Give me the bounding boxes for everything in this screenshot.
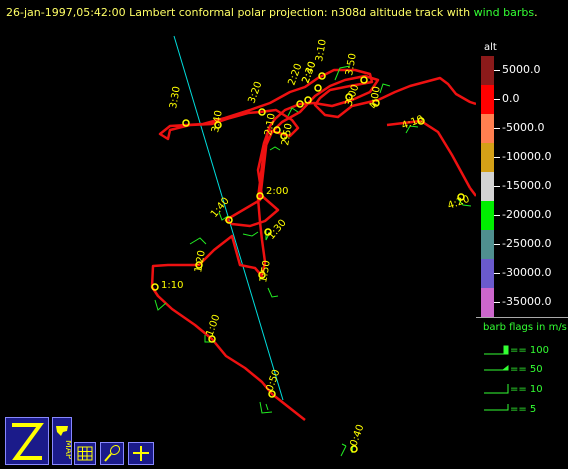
colorbar-tick	[494, 302, 500, 303]
plane-cross-icon	[133, 446, 149, 461]
alt-label: alt	[484, 42, 497, 53]
cross-button[interactable]	[128, 442, 154, 465]
colorbar-label: -5000.0	[502, 121, 545, 134]
barb-5-icon	[484, 404, 509, 411]
track-time-label: 4:00	[368, 85, 383, 109]
colorbar-tick	[494, 186, 500, 187]
racket-icon	[104, 444, 121, 462]
track-time-label: 2:40	[300, 60, 318, 85]
track-time-label: 1:00	[204, 313, 222, 338]
track-point	[314, 84, 322, 92]
colorbar-tick	[494, 70, 500, 71]
barb-legend-5: == 5	[510, 404, 537, 415]
colorbar-swatch	[481, 114, 494, 143]
colorbar-swatch	[481, 143, 494, 172]
barb-legend-100: == 100	[510, 345, 550, 356]
colorbar-label: -35000.0	[502, 295, 552, 308]
altitude-track	[150, 68, 476, 421]
track-time-label: 2:20	[286, 62, 304, 87]
track-time-label: 3:40	[210, 109, 225, 133]
colorbar-tick	[494, 273, 500, 274]
map-icon: MAP	[56, 426, 71, 460]
wind-barb	[189, 237, 207, 245]
colorbar-label: -15000.0	[502, 179, 552, 192]
track-time-label: 4:20	[446, 194, 471, 212]
colorbar-swatch	[481, 56, 494, 85]
barb-100-flag-icon	[503, 345, 509, 355]
wind-barb	[259, 401, 273, 414]
colorbar-swatch	[481, 85, 494, 114]
barb-legend-50: == 50	[510, 364, 543, 375]
barb-10-icon	[484, 384, 509, 394]
legend-divider	[476, 317, 568, 318]
colorbar-tick	[494, 244, 500, 245]
colorbar-swatch	[481, 230, 494, 259]
colorbar-swatch	[481, 201, 494, 230]
track-time-label: 4:10	[400, 114, 425, 132]
colorbar-label: -30000.0	[502, 266, 552, 279]
colorbar-tick	[494, 99, 500, 100]
zeb-logo-button[interactable]	[5, 417, 49, 465]
track-time-label: 0:40	[348, 423, 366, 448]
track-time-label: 3:50	[344, 52, 359, 76]
track-time-label: 3:30	[168, 85, 183, 109]
wind-barb	[269, 146, 281, 151]
grid-icon	[77, 446, 93, 461]
colorbar-tick	[494, 128, 500, 129]
grid-button[interactable]	[74, 442, 96, 465]
title-suffix: .	[534, 6, 538, 19]
track-time-label: 1:50	[258, 259, 273, 283]
legend-panel: alt 5000.0 0.0 -5000.0 -10000.0 -15000.0 -200…	[476, 38, 568, 469]
map-button[interactable]: MAP	[52, 417, 72, 465]
colorbar-label: -20000.0	[502, 208, 552, 221]
track-time-label: 1:30	[266, 218, 289, 242]
colorbar-swatch	[481, 259, 494, 288]
wind-barb	[267, 287, 279, 298]
colorbar-tick	[494, 157, 500, 158]
colorbar-tick	[494, 215, 500, 216]
track-time-label: 1:20	[193, 249, 208, 273]
racket-button[interactable]	[100, 442, 124, 465]
colorbar-swatch	[481, 288, 494, 317]
track-time-label: 2:50	[280, 122, 295, 146]
track-time-label: 3:20	[246, 80, 264, 105]
track-time-label: 2:00	[266, 186, 288, 197]
track-point	[360, 76, 368, 84]
title-wind-barbs: wind barbs	[473, 6, 535, 19]
track-time-label: 1:10	[161, 280, 183, 291]
barb-legend-10: == 10	[510, 384, 543, 395]
colorbar-swatch	[481, 172, 494, 201]
colorbar-label: -10000.0	[502, 150, 552, 163]
colorbar-label: 5000.0	[502, 63, 541, 76]
track-time-label: 3:10	[314, 38, 329, 62]
colorbar-label: 0.0	[502, 92, 520, 105]
z-logo-icon	[12, 423, 44, 460]
map-plot[interactable]: 0:400:501:001:101:201:301:401:502:002:10…	[0, 0, 476, 469]
map-label: MAP	[63, 440, 71, 460]
barb-50-flag-icon	[501, 364, 509, 371]
barb-legend-title: barb flags in m/s	[483, 322, 567, 333]
colorbar-label: -25000.0	[502, 237, 552, 250]
